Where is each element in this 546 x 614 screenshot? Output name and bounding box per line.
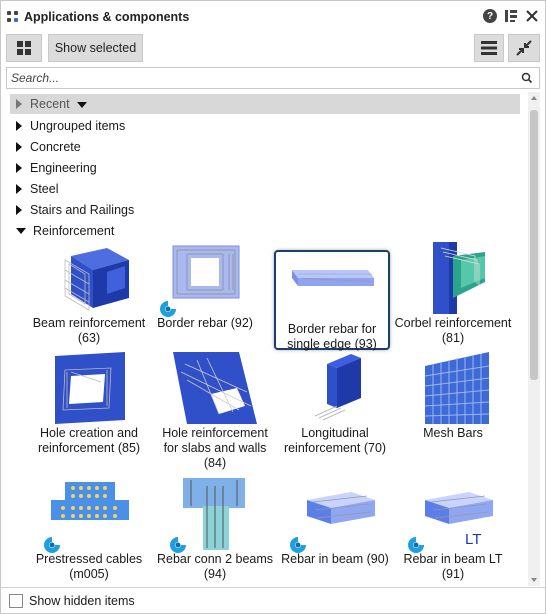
help-icon[interactable]: ? xyxy=(483,9,497,23)
component-thumbnail xyxy=(287,478,383,553)
list-view-button[interactable] xyxy=(474,34,504,62)
collapse-icon xyxy=(516,40,532,56)
show-hidden-checkbox[interactable] xyxy=(9,593,23,608)
search-box xyxy=(6,67,540,89)
tree-item-stairs-railings[interactable]: Stairs and Railings xyxy=(16,199,134,220)
title-bar: Applications & components ? xyxy=(1,1,545,33)
scroll-down-icon[interactable] xyxy=(531,578,537,582)
applications-components-panel: Applications & components ? Show selecte… xyxy=(0,0,546,614)
component-thumbnail xyxy=(167,352,263,424)
expand-icon xyxy=(16,204,22,215)
scroll-up-icon[interactable] xyxy=(531,96,537,100)
expand-icon xyxy=(16,141,22,152)
component-thumbnail: LT xyxy=(405,478,501,553)
component-thumbnail xyxy=(405,242,501,314)
component-rebar-in-beam-lt[interactable]: LT Rebar in beam LT (91) xyxy=(392,478,514,582)
expand-icon xyxy=(16,120,22,131)
show-hidden-label: Show hidden items xyxy=(29,593,135,608)
component-thumbnail xyxy=(284,256,380,328)
tree-item-recent[interactable]: Recent xyxy=(10,94,520,114)
component-thumbnail xyxy=(157,242,253,317)
tree-item-ungrouped[interactable]: Ungrouped items xyxy=(16,115,125,136)
component-border-rebar-single-edge[interactable]: Border rebar for single edge (93) xyxy=(274,250,390,351)
custom-component-badge-icon xyxy=(290,537,306,553)
scrollbar-thumb[interactable] xyxy=(530,110,538,380)
expand-icon xyxy=(16,162,22,173)
custom-component-badge-icon xyxy=(44,537,60,553)
component-hole-creation[interactable]: Hole creation and reinforcement (85) xyxy=(28,352,150,456)
collapse-arrow-icon xyxy=(16,227,26,234)
component-thumbnail xyxy=(287,352,383,424)
component-rebar-in-beam[interactable]: Rebar in beam (90) xyxy=(274,478,396,567)
component-mesh-bars[interactable]: Mesh Bars xyxy=(392,352,514,441)
grid-icon xyxy=(17,41,31,55)
footer: Show hidden items xyxy=(1,587,545,613)
collapse-button[interactable] xyxy=(508,34,540,62)
window-title: Applications & components xyxy=(24,10,190,24)
component-prestressed-cables[interactable]: Prestressed cables (m005) xyxy=(28,478,150,582)
component-catalog: Recent Ungrouped items Concrete Engineer… xyxy=(6,92,540,586)
thumbnail-view-button[interactable] xyxy=(6,34,42,62)
menu-icon xyxy=(481,41,497,55)
custom-component-badge-icon xyxy=(408,537,424,553)
tree-item-reinforcement[interactable]: Reinforcement xyxy=(16,220,114,241)
component-thumbnail xyxy=(41,352,137,424)
component-rebar-conn-2-beams[interactable]: Rebar conn 2 beams (94) xyxy=(154,478,276,582)
component-border-rebar[interactable]: Border rebar (92) xyxy=(144,242,266,331)
apps-icon xyxy=(7,11,19,23)
toolbar: Show selected xyxy=(6,34,540,62)
dropdown-icon[interactable] xyxy=(76,102,87,108)
dock-icon[interactable] xyxy=(504,9,518,23)
tree-item-steel[interactable]: Steel xyxy=(16,178,59,199)
lt-label: LT xyxy=(465,531,481,548)
show-selected-button[interactable]: Show selected xyxy=(48,34,143,62)
tree-item-engineering[interactable]: Engineering xyxy=(16,157,97,178)
tree-item-concrete[interactable]: Concrete xyxy=(16,136,81,157)
component-hole-reinforcement-slabs[interactable]: Hole reinforcement for slabs and walls (84… xyxy=(154,352,276,471)
component-longitudinal-reinforcement[interactable]: Longitudinal reinforcement (70) xyxy=(274,352,396,456)
component-corbel-reinforcement[interactable]: Corbel reinforcement (81) xyxy=(392,242,514,346)
expand-icon xyxy=(16,99,22,109)
component-thumbnail xyxy=(41,242,137,314)
close-icon[interactable] xyxy=(525,9,539,23)
custom-component-badge-icon xyxy=(160,301,176,317)
search-icon[interactable] xyxy=(517,68,539,88)
component-beam-reinforcement[interactable]: Beam reinforcement (63) xyxy=(28,242,150,346)
vertical-scrollbar[interactable] xyxy=(528,92,540,586)
expand-icon xyxy=(16,183,22,194)
component-thumbnail xyxy=(405,352,501,424)
component-thumbnail xyxy=(41,478,137,553)
component-thumbnail xyxy=(167,478,263,553)
search-input[interactable] xyxy=(7,68,517,88)
custom-component-badge-icon xyxy=(170,537,186,553)
